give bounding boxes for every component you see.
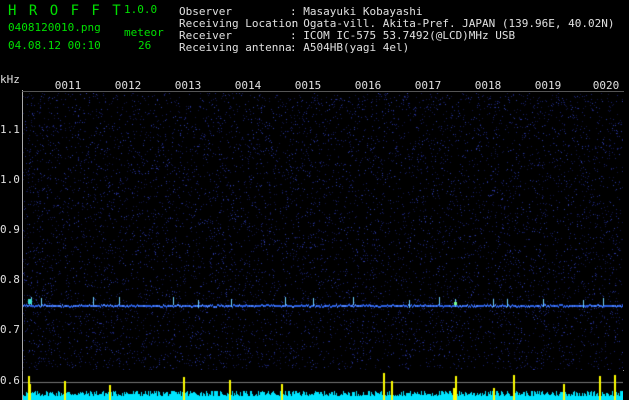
x-tick-label: 0011 xyxy=(54,79,82,92)
y-tick-label: 1.0 xyxy=(0,173,20,186)
app-version: 1.0.0 xyxy=(124,3,158,16)
app-logo: H R O F F T xyxy=(8,3,123,19)
x-axis-line xyxy=(22,91,624,92)
y-tick-label: 0.7 xyxy=(0,323,20,336)
info-label-observer: Observer xyxy=(179,5,232,18)
info-value-antenna: : A504HB(yagi 4el) xyxy=(290,41,410,54)
x-tick-label: 0016 xyxy=(354,79,382,92)
info-value-location: : Ogata-vill. Akita-Pref. JAPAN (139.96E… xyxy=(290,17,615,30)
x-tick-label: 0015 xyxy=(294,79,322,92)
x-tick-label: 0017 xyxy=(414,79,442,92)
spectrogram-plot xyxy=(23,93,623,370)
x-tick-label: 0014 xyxy=(234,79,262,92)
x-tick-label: 0019 xyxy=(534,79,562,92)
info-label-location: Receiving Location xyxy=(179,17,299,30)
capture-datetime: 04.08.12 00:10 xyxy=(8,39,101,52)
y-tick-label: 0.8 xyxy=(0,273,20,286)
meteor-label: meteor xyxy=(124,26,164,39)
y-tick-label: 0.9 xyxy=(0,223,20,236)
info-label-antenna: Receiving antenna xyxy=(179,41,292,54)
meteor-count: 26 xyxy=(138,39,152,52)
x-tick-label: 0012 xyxy=(114,79,142,92)
y-tick-label: 0.6 xyxy=(0,374,20,387)
meteor-count-histogram xyxy=(23,370,623,400)
y-axis-unit: kHz xyxy=(0,73,20,86)
info-value-receiver: : ICOM IC-575 53.7492(@LCD)MHz USB xyxy=(290,29,516,42)
image-filename: 0408120010.png xyxy=(8,21,101,34)
x-tick-label: 0020 xyxy=(592,79,620,92)
y-tick-label: 1.1 xyxy=(0,123,20,136)
info-value-observer: : Masayuki Kobayashi xyxy=(290,5,423,18)
x-tick-label: 0018 xyxy=(474,79,502,92)
x-tick-label: 0013 xyxy=(174,79,202,92)
info-label-receiver: Receiver xyxy=(179,29,232,42)
